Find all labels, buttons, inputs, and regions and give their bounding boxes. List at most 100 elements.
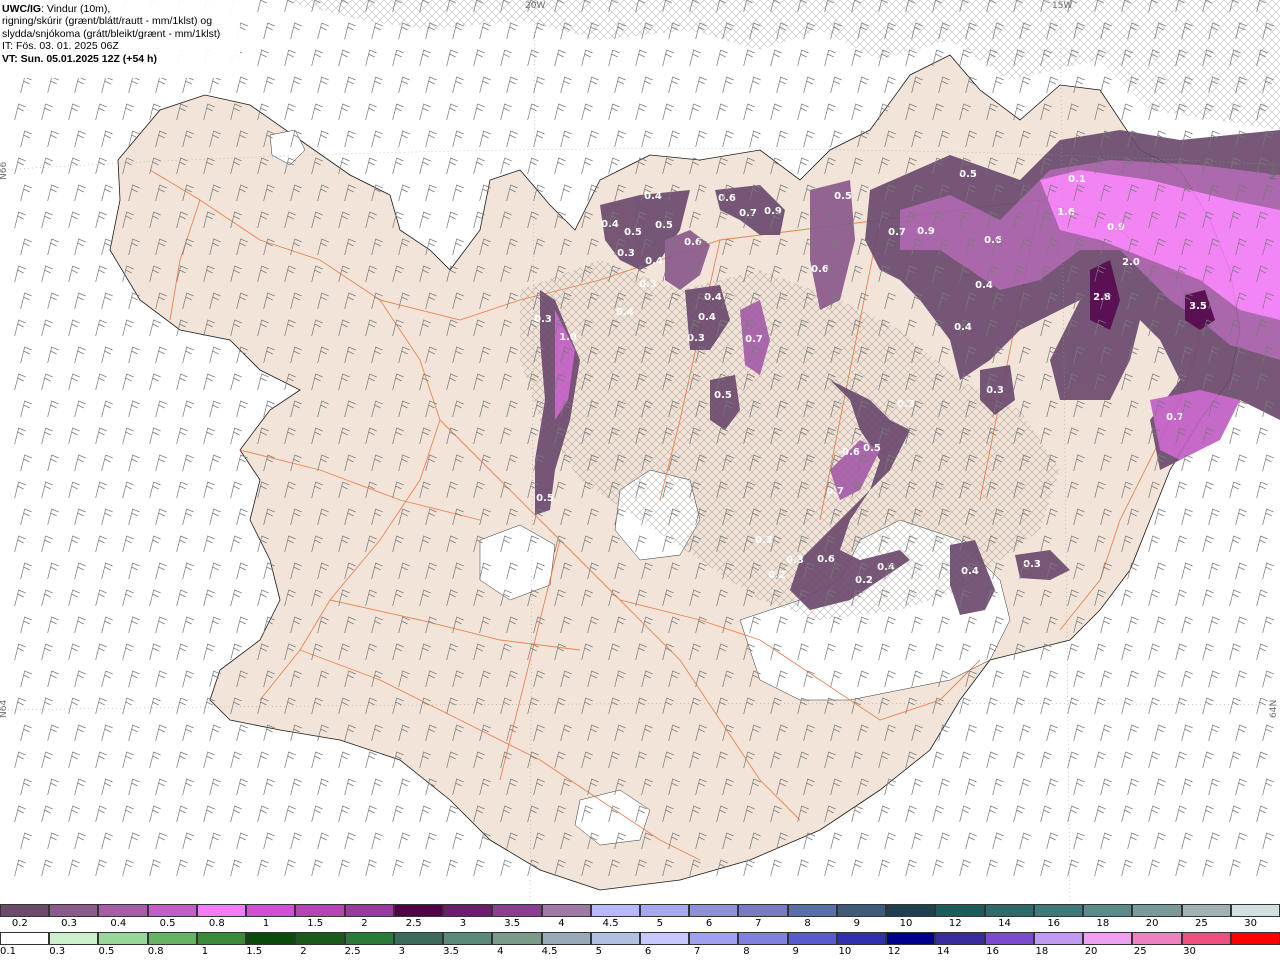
legend-label-snow: 3 (459, 918, 467, 929)
legend-label-rain: 14 (937, 946, 950, 957)
lat-label-right-bottom: 64N (1269, 700, 1279, 718)
precip-value-label: 0.7 (1166, 412, 1184, 423)
legend-label-snow: 2 (361, 918, 368, 929)
legend-swatch-snow (590, 904, 640, 917)
legend-label-rain: 20 (1084, 946, 1098, 957)
legend-label-snow: 10 (899, 918, 913, 929)
legend-label-snow: 16 (1047, 918, 1061, 929)
legend-label-snow: 0.4 (110, 918, 127, 929)
legend-swatch-snow (147, 904, 197, 917)
legend-swatch-snow (689, 904, 739, 917)
legend-label-rain: 18 (1035, 946, 1049, 957)
precip-value-label: 2.8 (1093, 292, 1111, 303)
precip-value-label: 1.0 (559, 332, 577, 343)
precip-value-label: 0.5 (863, 443, 881, 454)
legend-swatch-rain (196, 932, 247, 945)
lon-label-20w: 20W (525, 1, 545, 11)
legend-swatch-snow (886, 904, 936, 917)
legend-swatch-rain (1230, 932, 1280, 945)
legend-swatch-rain (443, 932, 493, 945)
legend-label-snow: 12 (948, 918, 962, 929)
precip-value-label: 0.1 (1068, 174, 1086, 185)
legend-label-rain: 0.5 (98, 946, 115, 957)
legend-swatch-rain (689, 932, 739, 945)
legend-swatch-snow (935, 904, 985, 917)
legend-label-snow: 30 (1244, 918, 1257, 929)
legend-label-rain: 25 (1133, 946, 1147, 957)
legend-swatch-snow (1230, 904, 1280, 917)
legend-swatch-rain (1033, 932, 1084, 945)
precip-value-label: 0.9 (1107, 222, 1125, 233)
legend-swatch-rain (541, 932, 591, 945)
legend-swatch-snow (1083, 904, 1133, 917)
legend-swatch-rain (295, 932, 345, 945)
legend-label-snow: 4 (558, 918, 565, 929)
legend-swatch-snow (393, 904, 444, 917)
precip-value-label: 3.5 (1189, 301, 1207, 312)
precip-value-label: 0.3 (639, 279, 657, 290)
legend-label-rain: 0.8 (147, 946, 164, 957)
legend-swatch-rain (49, 932, 99, 945)
legend-label-rain: 2.5 (344, 946, 361, 957)
legend-label-rain: 16 (986, 946, 999, 957)
model-name: UWC/IG (2, 3, 42, 15)
precip-value-label: 0.6 (817, 554, 835, 565)
precip-value-label: 0.3 (617, 248, 635, 259)
valid-time: VT: Sun. 05.01.2025 12Z (+54 h) (2, 52, 157, 65)
legend-label-rain: 1 (201, 946, 209, 957)
legend-swatch-rain (1181, 932, 1231, 945)
precip-value-label: 0.7 (739, 208, 757, 219)
legend-swatch-rain (246, 932, 296, 945)
legend-label-snow: 6 (705, 918, 713, 929)
legend-label-rain: 6 (644, 946, 652, 957)
precip-value-label: 0.2 (855, 575, 873, 586)
legend-label-snow: 0.8 (208, 918, 225, 929)
legend-swatch-snow (640, 904, 690, 917)
legend-swatch-snow (196, 904, 247, 917)
legend-swatch-snow (344, 904, 394, 917)
legend-rain-row: 0.1 0.3 0.5 0.8 1 1.5 2 2.5 3 3.5 4 4.5 5 6 7 8 9 10 12 14 1… (0, 932, 1280, 960)
legend-swatch-snow (1033, 904, 1084, 917)
legend-label-rain: 2 (300, 946, 307, 957)
legend-swatch-rain (1132, 932, 1182, 945)
precip-value-label: 0.6 (811, 264, 829, 275)
legend-swatch-snow (1132, 904, 1182, 917)
legend-swatch-rain (147, 932, 197, 945)
legend-swatch-snow (738, 904, 788, 917)
legend-label-snow: 1.5 (307, 918, 324, 929)
precip-value-label: 0.7 (826, 486, 844, 497)
precip-value-label: 0.5 (834, 191, 852, 202)
legend-swatch-rain (98, 932, 148, 945)
precip-value-label: 0.5 (624, 227, 642, 238)
legend-swatch-snow (836, 904, 887, 917)
legend-label-rain: 7 (694, 946, 701, 957)
lon-label-15w: 15W (1052, 1, 1072, 11)
legend-label-snow: 9 (853, 918, 860, 929)
legend-label-snow: 2.5 (405, 918, 422, 929)
precip-value-label: 0.3 (534, 314, 552, 325)
legend-swatch-snow (984, 904, 1034, 917)
precip-value-label: 0.2 (768, 570, 786, 581)
precip-value-label: 0.3 (986, 385, 1004, 396)
precip-value-label: 0.9 (764, 206, 782, 217)
legend-label-rain: 9 (792, 946, 799, 957)
legend-swatch-snow (1181, 904, 1231, 917)
legend-label-rain: 3 (398, 946, 406, 957)
legend-label-snow: 0.3 (61, 918, 78, 929)
legend-label-rain: 1.5 (246, 946, 263, 957)
precip-value-label: 0.4 (601, 219, 619, 230)
precip-value-label: 0.6 (684, 237, 702, 248)
precip-value-label: 0.5 (536, 493, 554, 504)
legend-label-snow: 0.5 (159, 918, 176, 929)
lat-label-left-bottom: N64 (0, 700, 9, 718)
precip-value-label: 0.4 (698, 312, 716, 323)
legend-swatch-rain (836, 932, 887, 945)
header-line3: slydda/snjókoma (grátt/bleikt/grænt - mm… (2, 27, 221, 40)
precip-value-label: 0.6 (984, 235, 1002, 246)
precip-value-label: 0.4 (616, 307, 634, 318)
init-time: IT: Fös. 03. 01. 2025 06Z (2, 40, 119, 53)
legend-label-snow: 14 (998, 918, 1011, 929)
legend-label-snow: 3.5 (504, 918, 521, 929)
legend-swatch-rain (738, 932, 788, 945)
legend-label-rain: 5 (595, 946, 602, 957)
